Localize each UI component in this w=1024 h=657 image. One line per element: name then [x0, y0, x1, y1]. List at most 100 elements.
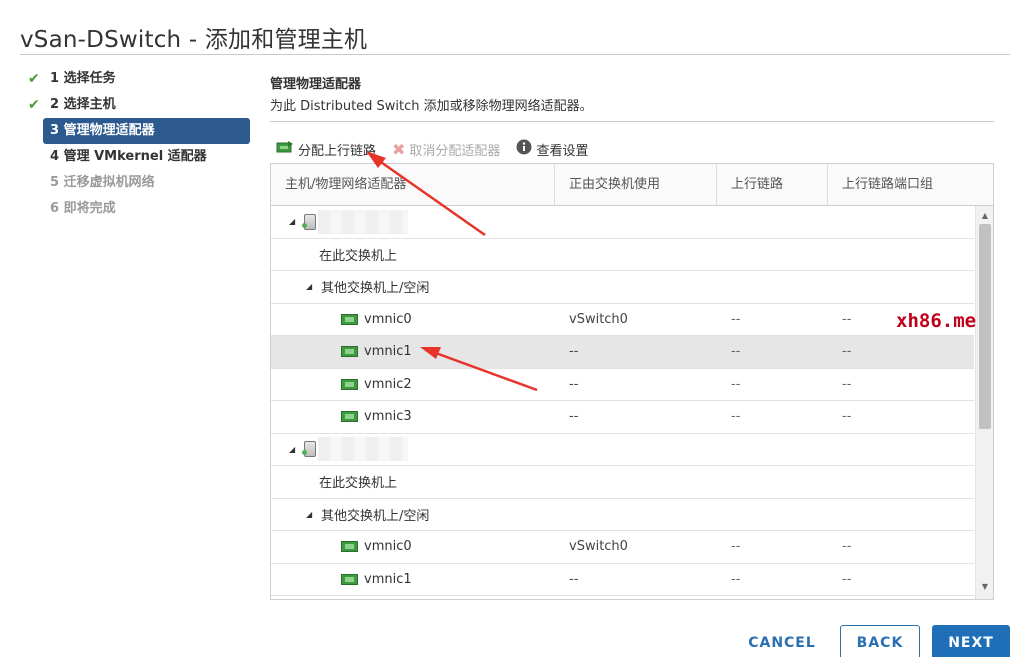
group-row[interactable]: 在此交换机上: [271, 239, 974, 271]
uplink-value: --: [731, 409, 741, 425]
cell-uplink: [717, 499, 828, 531]
cell-switch: vSwitch0: [555, 531, 717, 563]
cell-uplink: --: [717, 369, 828, 401]
step-label: 4 管理 VMkernel 适配器: [50, 149, 207, 164]
close-icon: ✖: [392, 139, 406, 159]
column-header-uplink-portgroup[interactable]: 上行链路端口组: [828, 164, 973, 205]
column-header-uplink[interactable]: 上行链路: [717, 164, 828, 205]
next-button[interactable]: NEXT: [932, 625, 1010, 657]
adapter-row[interactable]: vmnic3 -- -- --: [271, 401, 974, 434]
cell-adapter: ◢ 其他交换机上/空闲: [271, 271, 555, 303]
step-migrate-vm-networking: 5 迁移虚拟机网络: [26, 170, 250, 196]
step-manage-physical-adapters[interactable]: 3 管理物理适配器: [43, 118, 250, 144]
adapter-name: vmnic1: [364, 344, 412, 360]
cell-uplink-portgroup: [828, 206, 973, 238]
cell-switch: [555, 466, 717, 498]
view-settings-button[interactable]: 查看设置: [516, 139, 588, 159]
cell-uplink: --: [717, 564, 828, 596]
cell-switch: [555, 239, 717, 271]
collapse-icon[interactable]: ◢: [306, 282, 314, 291]
nic-icon: [341, 541, 358, 553]
nic-icon: [341, 411, 358, 423]
cell-adapter: ◢ 其他交换机上/空闲: [271, 499, 555, 531]
cell-adapter: ◢: [271, 434, 555, 466]
cell-uplink-portgroup: --: [828, 564, 973, 596]
watermark: xh86.me: [896, 310, 977, 332]
check-icon: ✔: [28, 71, 40, 87]
nic-icon: [341, 313, 358, 325]
step-label: 2 选择主机: [50, 97, 116, 112]
cell-switch: --: [555, 401, 717, 433]
switch-value: --: [569, 344, 579, 360]
adapter-name: vmnic3: [364, 409, 412, 425]
adapter-row[interactable]: vmnic1 -- -- --: [271, 564, 974, 596]
back-button[interactable]: BACK: [840, 625, 920, 657]
column-header-in-use-by-switch[interactable]: 正由交换机使用: [555, 164, 717, 205]
cell-uplink: --: [717, 304, 828, 336]
wizard-steps: ✔ 1 选择任务 ✔ 2 选择主机 3 管理物理适配器 4 管理 VMkernel …: [26, 66, 250, 222]
adapter-row[interactable]: vmnic1 -- -- --: [271, 336, 974, 369]
collapse-icon[interactable]: ◢: [289, 445, 297, 454]
adapter-row[interactable]: vmnic2 -- -- --: [271, 369, 974, 401]
assign-uplink-label: 分配上行链路: [298, 143, 377, 159]
host-row[interactable]: ◢: [271, 206, 974, 239]
cell-adapter: vmnic2: [271, 369, 555, 401]
portgroup-value: --: [842, 571, 852, 587]
cell-uplink-portgroup: --: [828, 531, 973, 563]
group-label: 在此交换机上: [319, 476, 398, 492]
cell-adapter: vmnic3: [271, 401, 555, 433]
collapse-icon[interactable]: ◢: [306, 510, 314, 519]
uplink-value: --: [731, 311, 741, 327]
step-select-task[interactable]: ✔ 1 选择任务: [26, 66, 250, 92]
cell-switch: --: [555, 564, 717, 596]
cell-uplink: [717, 239, 828, 271]
portgroup-value: --: [842, 376, 852, 392]
cell-uplink: [717, 466, 828, 498]
scroll-up-icon[interactable]: ▲: [976, 208, 993, 224]
scroll-thumb[interactable]: [979, 224, 991, 429]
portgroup-value: --: [842, 344, 852, 360]
collapse-icon[interactable]: ◢: [289, 217, 297, 226]
nic-icon: [341, 346, 358, 358]
group-label: 其他交换机上/空闲: [321, 508, 430, 524]
cell-uplink-portgroup: --: [828, 369, 973, 401]
section-description: 为此 Distributed Switch 添加或移除物理网络适配器。: [270, 99, 593, 114]
cell-switch: --: [555, 336, 717, 368]
assign-uplink-button[interactable]: 分配上行链路: [276, 140, 376, 159]
unassign-adapter-button[interactable]: ✖ 取消分配适配器: [392, 140, 500, 159]
vertical-scrollbar[interactable]: ▲ ▼: [975, 206, 993, 599]
portgroup-value: --: [842, 311, 852, 327]
adapter-name: vmnic0: [364, 539, 412, 555]
cell-uplink-portgroup: [828, 239, 973, 271]
grid-header: 主机/物理网络适配器 正由交换机使用 上行链路 上行链路端口组: [271, 164, 993, 206]
cell-uplink: [717, 434, 828, 466]
unassign-adapter-label: 取消分配适配器: [409, 143, 501, 159]
cell-adapter: 在此交换机上: [271, 239, 555, 271]
uplink-value: --: [731, 571, 741, 587]
cell-adapter: vmnic1: [271, 564, 555, 596]
adapter-row[interactable]: vmnic0 vSwitch0 -- --: [271, 531, 974, 564]
nic-icon: [341, 573, 358, 585]
section-title: 管理物理适配器: [270, 77, 362, 92]
info-icon: [516, 139, 532, 159]
group-row[interactable]: ◢ 其他交换机上/空闲: [271, 271, 974, 304]
column-header-host-adapter[interactable]: 主机/物理网络适配器: [271, 164, 555, 205]
portgroup-value: --: [842, 539, 852, 555]
step-select-hosts[interactable]: ✔ 2 选择主机: [26, 92, 250, 118]
cell-adapter: vmnic0: [271, 531, 555, 563]
cell-uplink: [717, 271, 828, 303]
step-ready-to-complete: 6 即将完成: [26, 196, 250, 222]
adapter-name: vmnic0: [364, 311, 412, 327]
step-manage-vmkernel-adapters[interactable]: 4 管理 VMkernel 适配器: [26, 144, 250, 170]
assign-uplink-icon: [276, 140, 294, 158]
adapter-row[interactable]: vmnic0 vSwitch0 -- --: [271, 304, 974, 336]
cell-uplink-portgroup: [828, 499, 973, 531]
host-icon: [302, 441, 316, 458]
cancel-button[interactable]: CANCEL: [744, 625, 820, 657]
redacted-host-name: [318, 209, 408, 234]
host-row[interactable]: ◢: [271, 434, 974, 466]
switch-value: vSwitch0: [569, 539, 628, 555]
group-row[interactable]: ◢ 其他交换机上/空闲: [271, 499, 974, 531]
scroll-down-icon[interactable]: ▼: [976, 579, 993, 595]
group-row[interactable]: 在此交换机上: [271, 466, 974, 499]
